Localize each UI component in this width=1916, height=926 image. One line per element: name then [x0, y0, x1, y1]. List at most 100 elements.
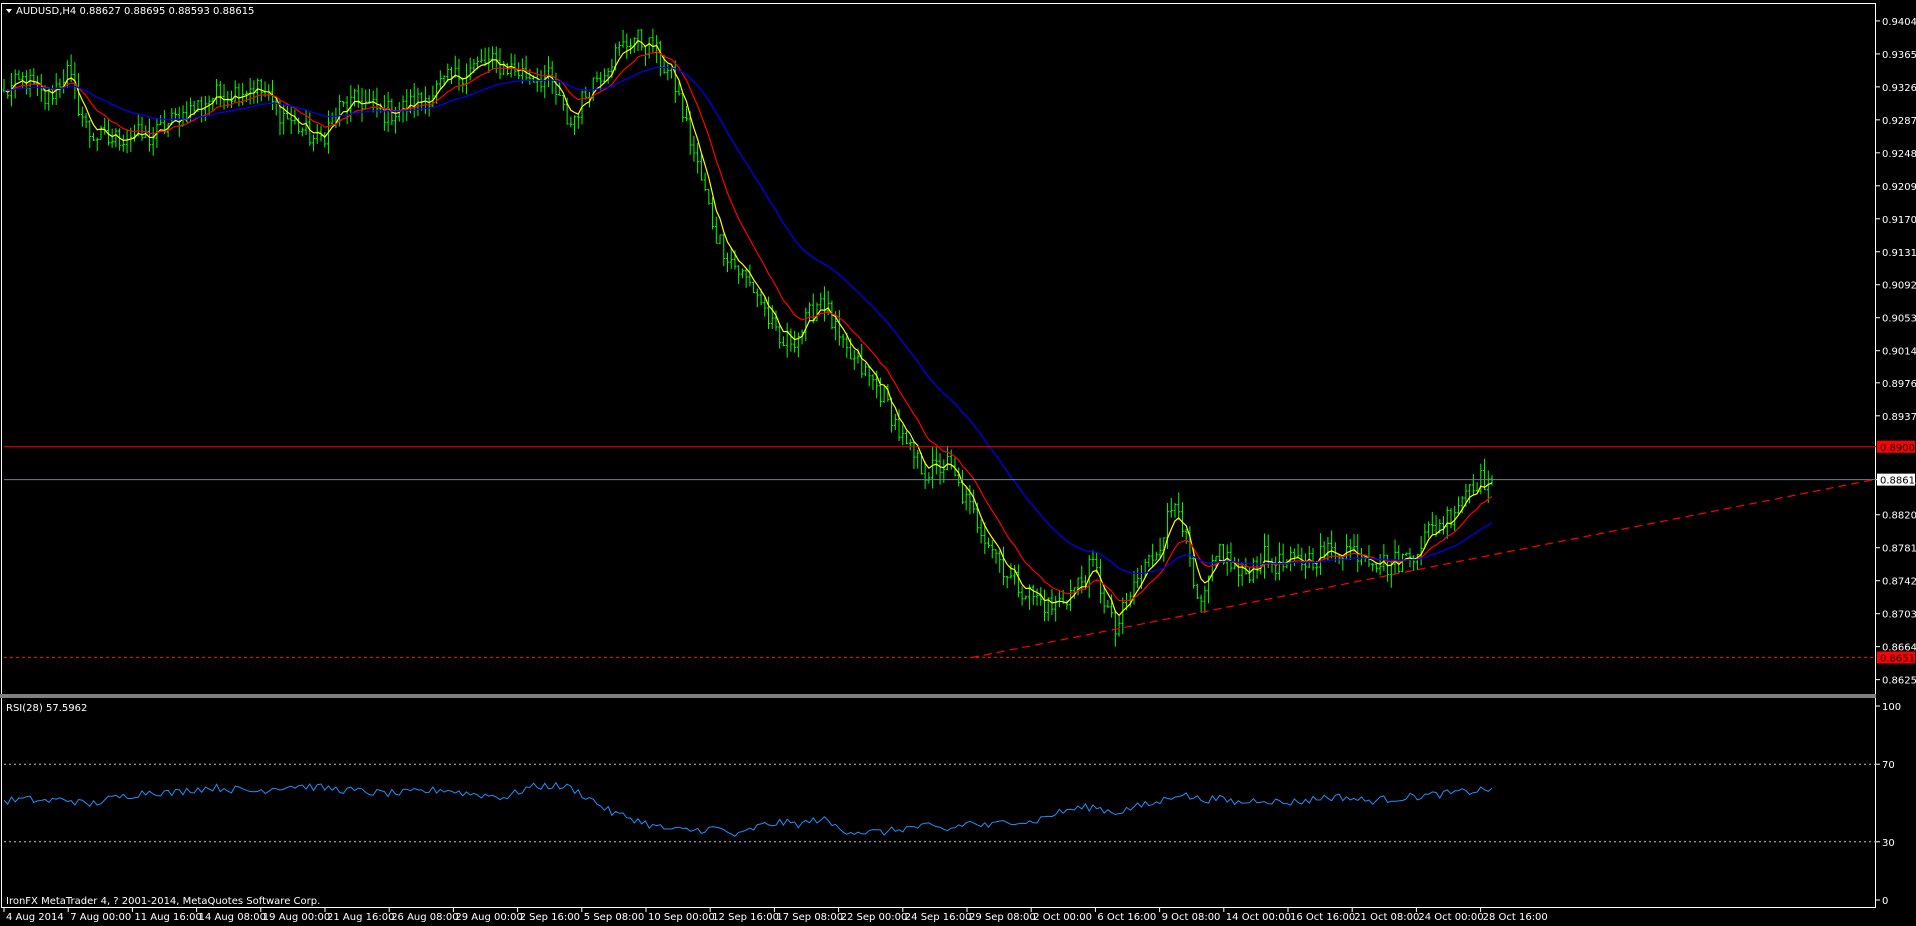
- candle: [121, 134, 125, 152]
- candle: [1382, 544, 1386, 572]
- candle: [796, 332, 800, 358]
- candle: [912, 441, 916, 470]
- candle: [349, 85, 353, 122]
- candle: [617, 41, 621, 56]
- time-tick-label: 19 Aug 00:00: [263, 912, 330, 923]
- candle: [781, 336, 785, 347]
- candle: [1069, 579, 1073, 612]
- candle: [1386, 554, 1390, 582]
- candle: [815, 302, 819, 322]
- candle: [1169, 498, 1173, 518]
- ma-slow-line: [3, 66, 1493, 574]
- candle: [1471, 474, 1475, 496]
- candle: [860, 343, 864, 378]
- candle: [1341, 555, 1345, 571]
- price-axis: 0.94040 0.93650 0.93260 0.92870 0.92480 0.920…: [1876, 17, 1916, 687]
- candle: [696, 142, 700, 174]
- candle: [681, 93, 685, 123]
- candle: [901, 424, 905, 446]
- copyright-footer: IronFX MetaTrader 4, ? 2001-2014, MetaQu…: [6, 896, 320, 907]
- time-tick-label: 7 Aug 00:00: [70, 912, 131, 923]
- candle: [1210, 554, 1214, 582]
- candle: [80, 106, 84, 127]
- candle: [479, 48, 483, 63]
- rsi-tick-label: 30: [1882, 838, 1895, 849]
- rsi-tick-label: 70: [1882, 760, 1895, 771]
- candle: [1412, 555, 1416, 571]
- symbol-header: AUDUSD,H4 0.88627 0.88695 0.88593 0.8861…: [16, 6, 254, 17]
- candle: [1281, 543, 1285, 572]
- candle: [1449, 508, 1453, 529]
- candle: [1147, 554, 1151, 568]
- ma-mid-line: [3, 51, 1493, 602]
- candle: [233, 80, 237, 102]
- candle: [629, 38, 633, 55]
- time-tick-label: 4 Aug 2014: [6, 912, 64, 923]
- time-tick-label: 16 Oct 16:00: [1290, 912, 1355, 923]
- candle: [916, 449, 920, 469]
- candle: [468, 57, 472, 81]
- price-tick-label: 0.86250: [1882, 676, 1916, 687]
- rsi-group: 100 70 30 0: [3, 702, 1901, 907]
- candle: [1359, 547, 1363, 566]
- candle: [584, 86, 588, 100]
- current-price-badge: 0.88615: [1877, 473, 1916, 487]
- candle: [655, 35, 659, 64]
- candle: [312, 134, 316, 152]
- candle: [151, 127, 155, 156]
- pane-splitter[interactable]: [0, 694, 1876, 698]
- candle: [1430, 511, 1434, 535]
- candle: [412, 83, 416, 118]
- candle: [658, 40, 662, 77]
- candle: [882, 386, 886, 404]
- candle: [356, 84, 360, 108]
- candle: [666, 64, 670, 81]
- candle: [684, 106, 688, 122]
- candle: [92, 132, 96, 141]
- candle: [364, 89, 368, 110]
- candle: [1274, 556, 1278, 581]
- candle: [1113, 609, 1117, 647]
- candle: [1248, 567, 1252, 584]
- candle: [1404, 552, 1408, 557]
- candle: [84, 113, 88, 129]
- candle: [36, 75, 40, 97]
- candle: [1117, 615, 1121, 637]
- candle: [998, 550, 1002, 573]
- candle: [125, 129, 129, 154]
- candle: [714, 216, 718, 244]
- candle: [819, 292, 823, 309]
- candle: [218, 80, 222, 108]
- candle: [140, 116, 144, 141]
- candle: [375, 87, 379, 118]
- candle: [1177, 492, 1181, 520]
- price-chart[interactable]: 0.94040 0.93650 0.93260 0.92870 0.92480 0.920…: [0, 0, 1916, 926]
- candle: [752, 281, 756, 294]
- candle: [569, 116, 573, 128]
- candle: [147, 118, 151, 152]
- time-tick-label: 2 Sep 16:00: [520, 912, 580, 923]
- candle: [367, 88, 371, 104]
- price-tick-label: 0.90920: [1882, 281, 1916, 292]
- candle: [643, 46, 647, 67]
- candle: [1304, 553, 1308, 579]
- candle: [718, 234, 722, 245]
- price-tick-label: 0.89370: [1882, 412, 1916, 423]
- time-tick-label: 12 Sep 16:00: [712, 912, 779, 923]
- rsi-tick-label: 0: [1882, 896, 1888, 907]
- candle: [1001, 546, 1005, 586]
- time-tick-label: 17 Sep 08:00: [776, 912, 843, 923]
- candle: [808, 302, 812, 322]
- candle: [852, 349, 856, 370]
- price-tick-label: 0.90530: [1882, 314, 1916, 325]
- candle: [1397, 545, 1401, 573]
- candle: [159, 115, 163, 126]
- price-tick-label: 0.88200: [1882, 511, 1916, 522]
- candle: [1076, 577, 1080, 596]
- candle: [382, 95, 386, 131]
- candle: [1263, 533, 1267, 579]
- dropdown-triangle-icon[interactable]: [6, 9, 12, 13]
- candle: [1154, 551, 1158, 561]
- candle: [1475, 482, 1479, 492]
- candle: [960, 469, 964, 505]
